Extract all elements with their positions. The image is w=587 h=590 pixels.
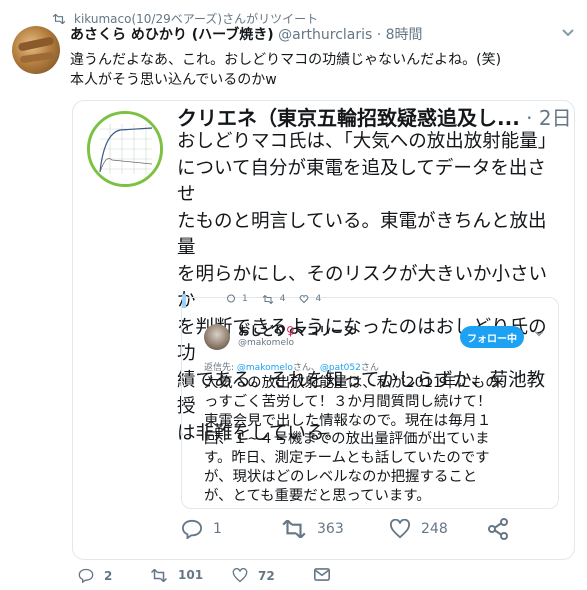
retweet-button[interactable]: 363 [281, 520, 344, 538]
retweet-count: 363 [317, 521, 344, 537]
embedded-text-line: っすごく苦労して！３か月間質問し続けて！ [204, 393, 492, 410]
share-icon [488, 518, 508, 540]
like-button[interactable]: 248 [389, 519, 448, 539]
retweet-context: kikumaco(10/29ベアーズ)さんがリツイート [52, 10, 318, 27]
author-handle[interactable]: @arthurclaris [278, 27, 372, 43]
retweet-context-text: kikumaco(10/29ベアーズ)さんがリツイート [74, 12, 319, 26]
tweet-time[interactable]: · 8時間 [377, 27, 423, 43]
quote-header: クリエネ（東京五輪招致疑惑追及し... · 2日 [177, 105, 572, 131]
tweet-text: 違うんだよなあ、これ。おしどりマコの功績じゃないんだよね。(笑) 本人がそう思い… [70, 50, 575, 90]
reply-icon [78, 568, 94, 583]
embedded-author-name-prefix: おしどり [238, 324, 287, 338]
female-sign-icon: ♀ [286, 324, 295, 338]
replying-to-suffix: さん [360, 363, 379, 373]
embedded-text-line: 回、１~４号機までの放出量評価が出ていま [204, 431, 490, 448]
tweet-text-line: 本人がそう思い込んでいるのかw [70, 72, 277, 88]
retweet-icon [282, 520, 306, 538]
heart-icon [389, 519, 411, 539]
quote-text-line: たものと明言している。東電がきちんと放出量 [177, 210, 547, 259]
embedded-text-line: 東電会見で出した情報なので。現在は毎月１ [204, 412, 492, 429]
embedded-retweet-count: 4 [279, 294, 286, 304]
embedded-reply-action[interactable]: 1 [226, 294, 248, 304]
following-button[interactable]: フォロー中 [460, 326, 524, 348]
quote-text-line: おしどりマコ氏は、「大気への放出放射能量」 [177, 131, 557, 152]
envelope-icon [314, 568, 330, 581]
embedded-text: 大気への放出放射能量は、私が2011年にもの っすごく苦労して！３か月間質問し続… [204, 374, 556, 506]
like-button[interactable]: 72 [232, 568, 275, 583]
replying-to: 返信先: @makomeloさん、@pat052さん [204, 360, 379, 373]
reply-user-link[interactable]: @pat052 [320, 363, 361, 373]
direct-message-button[interactable] [314, 568, 330, 581]
tweet: あさくら めひかり (ハーブ焼き) @arthurclaris · 8時間 違う… [70, 26, 575, 90]
embedded-text-line: 大気への放出放射能量は、私が2011年にもの [204, 375, 500, 391]
reply-user-link[interactable]: @makomelo [237, 363, 293, 373]
reply-count: 2 [104, 568, 113, 583]
reply-count: 1 [213, 521, 222, 537]
avatar[interactable] [12, 26, 60, 74]
retweet-count: 101 [178, 568, 204, 582]
heart-icon [232, 568, 248, 583]
quote-time[interactable]: · 2日 [526, 106, 571, 130]
embedded-avatar[interactable] [204, 324, 230, 350]
embedded-reply-count: 1 [242, 294, 248, 304]
retweet-icon [52, 13, 66, 24]
embedded-retweet-action[interactable]: 4 [262, 294, 286, 304]
quote-avatar[interactable] [87, 111, 163, 187]
chevron-down-icon[interactable] [561, 28, 575, 38]
like-count: 72 [258, 568, 275, 583]
retweet-button[interactable]: 101 [150, 568, 203, 582]
heart-icon [300, 295, 309, 304]
embedded-like-count: 4 [315, 294, 322, 304]
reply-icon [227, 294, 235, 303]
tweet-text-line: 違うんだよなあ、これ。おしどりマコの功績じゃないんだよね。(笑) [70, 52, 502, 68]
like-count: 248 [421, 521, 448, 537]
embedded-author-handle[interactable]: @makomelo [238, 338, 294, 348]
thread-line [182, 294, 186, 308]
embedded-author-name-suffix: マコリーヌ [294, 324, 355, 338]
embedded-text-line: が、とても重要だと思っています。 [204, 487, 431, 504]
reply-button[interactable]: 1 [181, 519, 222, 539]
embedded-text-line: す。昨日、測定チームとも話していたのです [204, 450, 490, 467]
embedded-tweet[interactable]: 1 4 4 おしどり♀マコリーヌ @makomelo フォロー中 返信先: @m… [181, 294, 559, 509]
replying-to-separator: さん、 [292, 363, 320, 373]
share-button[interactable] [487, 518, 509, 540]
chevron-down-icon[interactable] [534, 330, 544, 338]
quote-text-line: について自分が東電を追及してデータを出させ [177, 157, 546, 206]
reply-button[interactable]: 2 [78, 568, 112, 583]
embedded-author-name[interactable]: おしどり♀マコリーヌ [238, 322, 355, 339]
author-name[interactable]: あさくら めひかり (ハーブ焼き) [70, 27, 274, 43]
tweet-header: あさくら めひかり (ハーブ焼き) @arthurclaris · 8時間 [70, 26, 575, 44]
reply-icon [181, 519, 203, 539]
embedded-actions: 1 4 4 [226, 294, 321, 304]
retweet-icon [150, 568, 168, 582]
embedded-text-line: が、現状はどのレベルなのか把握すること [204, 468, 478, 485]
replying-to-prefix: 返信先: [204, 363, 237, 373]
embedded-like-action[interactable]: 4 [299, 294, 321, 304]
quoted-tweet[interactable]: クリエネ（東京五輪招致疑惑追及し... · 2日 おしどりマコ氏は、「大気への放… [72, 100, 575, 560]
quote-author-name[interactable]: クリエネ（東京五輪招致疑惑追及し... [177, 106, 520, 130]
retweet-icon [262, 294, 274, 304]
